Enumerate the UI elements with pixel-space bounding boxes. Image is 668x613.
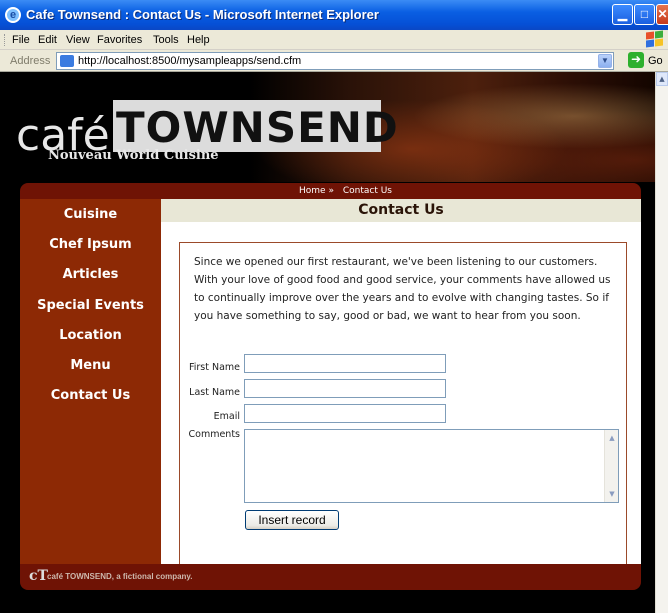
- address-bar: Address http://localhost:8500/mysampleap…: [0, 50, 668, 72]
- minimize-icon: ▁: [617, 7, 628, 21]
- sidebar-item-cuisine[interactable]: Cuisine: [20, 207, 161, 222]
- sidebar-item-special-events[interactable]: Special Events: [20, 298, 161, 313]
- page-scrollbar[interactable]: ▲: [655, 72, 668, 613]
- email-label: Email: [213, 411, 240, 422]
- textarea-scrollbar[interactable]: ▲ ▼: [604, 430, 618, 502]
- windows-flag-icon: [644, 30, 664, 49]
- logo-tagline: Nouveau World Cuisine: [48, 148, 219, 163]
- menu-view[interactable]: View: [66, 34, 90, 46]
- first-name-label: First Name: [188, 362, 240, 373]
- maximize-icon: □: [640, 7, 649, 21]
- minimize-button[interactable]: ▁: [612, 4, 633, 25]
- sidebar-item-articles[interactable]: Articles: [20, 267, 161, 282]
- breadcrumb: Home » Contact Us: [20, 183, 641, 199]
- page-icon: [60, 55, 74, 67]
- menu-file[interactable]: File: [12, 34, 30, 46]
- close-button[interactable]: ✕: [656, 4, 668, 25]
- site-footer: cT café TOWNSEND, a fictional company.: [20, 564, 641, 590]
- sidebar-item-location[interactable]: Location: [20, 328, 161, 343]
- scroll-up-icon[interactable]: ▲: [656, 72, 668, 86]
- last-name-label: Last Name: [189, 387, 240, 398]
- breadcrumb-home-link[interactable]: Home »: [299, 186, 334, 196]
- scroll-down-icon[interactable]: ▼: [606, 488, 618, 500]
- insert-record-button[interactable]: Insert record: [245, 510, 339, 530]
- menu-edit[interactable]: Edit: [38, 34, 57, 46]
- scroll-up-icon[interactable]: ▲: [606, 432, 618, 444]
- sidebar-item-chef-ipsum[interactable]: Chef Ipsum: [20, 237, 161, 252]
- address-url: http://localhost:8500/mysampleapps/send.…: [78, 55, 302, 67]
- chevron-down-icon[interactable]: ▼: [598, 54, 612, 68]
- menu-tools[interactable]: Tools: [153, 34, 179, 46]
- sidebar-nav: Cuisine Chef Ipsum Articles Special Even…: [20, 199, 161, 564]
- maximize-button[interactable]: □: [634, 4, 655, 25]
- footer-logo: cT: [29, 568, 48, 584]
- window-titlebar[interactable]: e Cafe Townsend : Contact Us - Microsoft…: [0, 0, 668, 30]
- close-icon: ✕: [657, 7, 668, 21]
- window-title: Cafe Townsend : Contact Us - Microsoft I…: [26, 7, 379, 22]
- first-name-field[interactable]: [244, 354, 446, 373]
- main-content: Contact Us Since we opened our first res…: [161, 199, 641, 567]
- page-viewport: café TOWNSEND Nouveau World Cuisine Home…: [0, 72, 655, 613]
- go-arrow-icon[interactable]: ➜: [628, 52, 644, 68]
- page-title: Contact Us: [161, 199, 641, 222]
- comments-textarea[interactable]: ▲ ▼: [244, 429, 619, 503]
- site-banner: café TOWNSEND Nouveau World Cuisine: [0, 72, 655, 182]
- footer-text: café TOWNSEND, a fictional company.: [47, 572, 193, 581]
- address-input[interactable]: http://localhost:8500/mysampleapps/send.…: [56, 52, 614, 70]
- logo-townsend-text: TOWNSEND: [116, 103, 399, 152]
- ie-logo-icon: e: [5, 7, 21, 23]
- sidebar-item-menu[interactable]: Menu: [20, 358, 161, 373]
- intro-paragraph: Since we opened our first restaurant, we…: [194, 256, 611, 322]
- menu-help[interactable]: Help: [187, 34, 210, 46]
- comments-label: Comments: [188, 429, 241, 440]
- go-button[interactable]: Go: [648, 55, 663, 67]
- last-name-field[interactable]: [244, 379, 446, 398]
- address-label: Address: [10, 55, 51, 67]
- toolbar-grip[interactable]: [4, 34, 7, 46]
- email-field[interactable]: [244, 404, 446, 423]
- menu-favorites[interactable]: Favorites: [97, 34, 142, 46]
- menu-bar: File Edit View Favorites Tools Help: [0, 30, 668, 50]
- breadcrumb-current: Contact Us: [342, 186, 392, 196]
- sidebar-item-contact-us[interactable]: Contact Us: [20, 388, 161, 403]
